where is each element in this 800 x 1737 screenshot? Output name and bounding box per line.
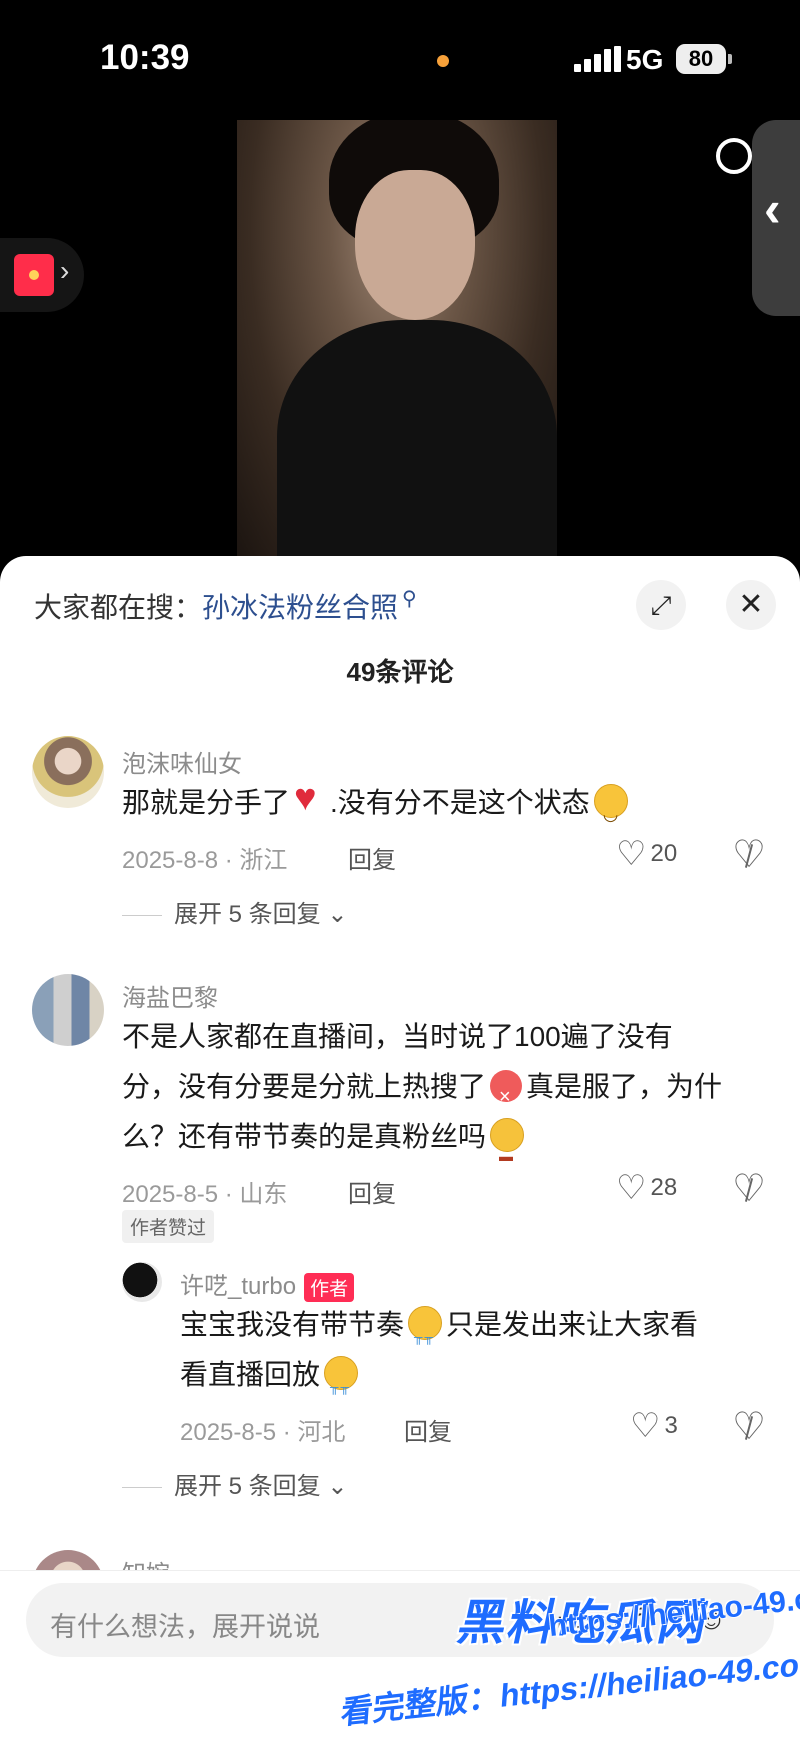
search-small-icon: ⚲ bbox=[402, 588, 417, 610]
search-icon[interactable] bbox=[716, 138, 752, 174]
signal-icon bbox=[574, 46, 624, 72]
grimace-emoji-icon bbox=[490, 1118, 525, 1181]
chevron-right-icon: › bbox=[60, 255, 70, 286]
comment-date-location: 2025-8-5 · 山东 bbox=[122, 1181, 288, 1208]
smile-emoji-icon bbox=[593, 784, 628, 839]
like-button[interactable]: ♡ 28 bbox=[616, 1168, 677, 1208]
chevron-left-icon: ‹ bbox=[764, 181, 781, 237]
angry-emoji-icon bbox=[490, 1070, 523, 1122]
like-count: 28 bbox=[650, 1174, 678, 1201]
comment-username[interactable]: 泡沫味仙女 bbox=[122, 744, 242, 779]
avatar[interactable] bbox=[32, 974, 104, 1046]
crying-emoji-icon bbox=[408, 1306, 443, 1362]
broken-heart-emoji-icon bbox=[294, 774, 326, 822]
heart-icon: ♡ bbox=[616, 835, 647, 873]
red-packet-button[interactable]: › bbox=[0, 238, 84, 312]
search-suggestion-keyword[interactable]: 孙冰法粉丝合照 bbox=[202, 592, 398, 623]
red-packet-icon bbox=[14, 254, 54, 296]
network-type: 5G bbox=[626, 44, 664, 75]
video-frame[interactable] bbox=[237, 120, 557, 560]
battery-icon: 80 bbox=[676, 44, 732, 74]
expand-icon: ⤢ bbox=[650, 590, 672, 620]
heart-icon: ♡ bbox=[630, 1407, 661, 1445]
dislike-icon[interactable] bbox=[732, 832, 766, 877]
status-bar: 10:39 5G 80 bbox=[0, 0, 800, 120]
heart-icon: ♡ bbox=[616, 1169, 647, 1207]
reply-button[interactable]: 回复 bbox=[348, 840, 396, 875]
expand-replies-button[interactable]: 展开 5 条回复 ⌄ bbox=[122, 1466, 347, 1501]
like-count: 20 bbox=[650, 840, 678, 867]
like-button[interactable]: ♡ 3 bbox=[630, 1406, 678, 1446]
comment-panel: 大家都在搜：孙冰法粉丝合照⚲ ⤢ ✕ 49条评论 泡沫味仙女 那就是分手了.没有… bbox=[0, 556, 800, 1736]
expand-replies-button[interactable]: 展开 5 条回复 ⌄ bbox=[122, 894, 347, 929]
reply-date-location: 2025-8-5 · 河北 bbox=[180, 1419, 346, 1446]
author-badge: 作者 bbox=[304, 1273, 355, 1303]
recording-dot-icon bbox=[437, 55, 449, 67]
search-suggestion[interactable]: 大家都在搜：孙冰法粉丝合照 ⚲ bbox=[34, 586, 417, 626]
status-time: 10:39 bbox=[100, 38, 190, 77]
video-person-face bbox=[355, 170, 475, 320]
comment-text: 那就是分手了.没有分不是这个状态 bbox=[122, 774, 762, 839]
reply-text: 宝宝我没有带节奏只是发出来让大家看 看直播回放 bbox=[180, 1300, 770, 1412]
reply-username[interactable]: 许呓_turbo 作者 bbox=[180, 1266, 355, 1303]
comment-input-placeholder: 有什么想法，展开说说 bbox=[50, 1612, 320, 1642]
search-suggestion-label: 大家都在搜： bbox=[34, 592, 203, 623]
like-count: 3 bbox=[664, 1412, 678, 1439]
comment-text: 不是人家都在直播间，当时说了100遍了没有 分，没有分要是分就上热搜了真是服了，… bbox=[122, 1012, 782, 1181]
reply-button[interactable]: 回复 bbox=[348, 1174, 396, 1209]
avatar[interactable] bbox=[122, 1262, 162, 1302]
comment-date-location: 2025-8-8 · 浙江 bbox=[122, 847, 288, 874]
close-button[interactable]: ✕ bbox=[726, 580, 776, 630]
video-area[interactable] bbox=[0, 120, 800, 560]
collapse-panel-button[interactable]: ‹ bbox=[752, 120, 800, 316]
close-icon: ✕ bbox=[738, 588, 764, 621]
expand-button[interactable]: ⤢ bbox=[636, 580, 686, 630]
comment-username[interactable]: 海盐巴黎 bbox=[122, 978, 218, 1013]
avatar[interactable] bbox=[32, 736, 104, 808]
video-person-body bbox=[277, 320, 557, 560]
crying-emoji-icon bbox=[324, 1356, 359, 1412]
comment-count: 49条评论 bbox=[346, 657, 454, 687]
author-liked-badge: 作者赞过 bbox=[122, 1210, 215, 1243]
dislike-icon[interactable] bbox=[732, 1404, 766, 1449]
dislike-icon[interactable] bbox=[732, 1166, 766, 1211]
like-button[interactable]: ♡ 20 bbox=[616, 834, 677, 874]
reply-button[interactable]: 回复 bbox=[404, 1412, 452, 1447]
